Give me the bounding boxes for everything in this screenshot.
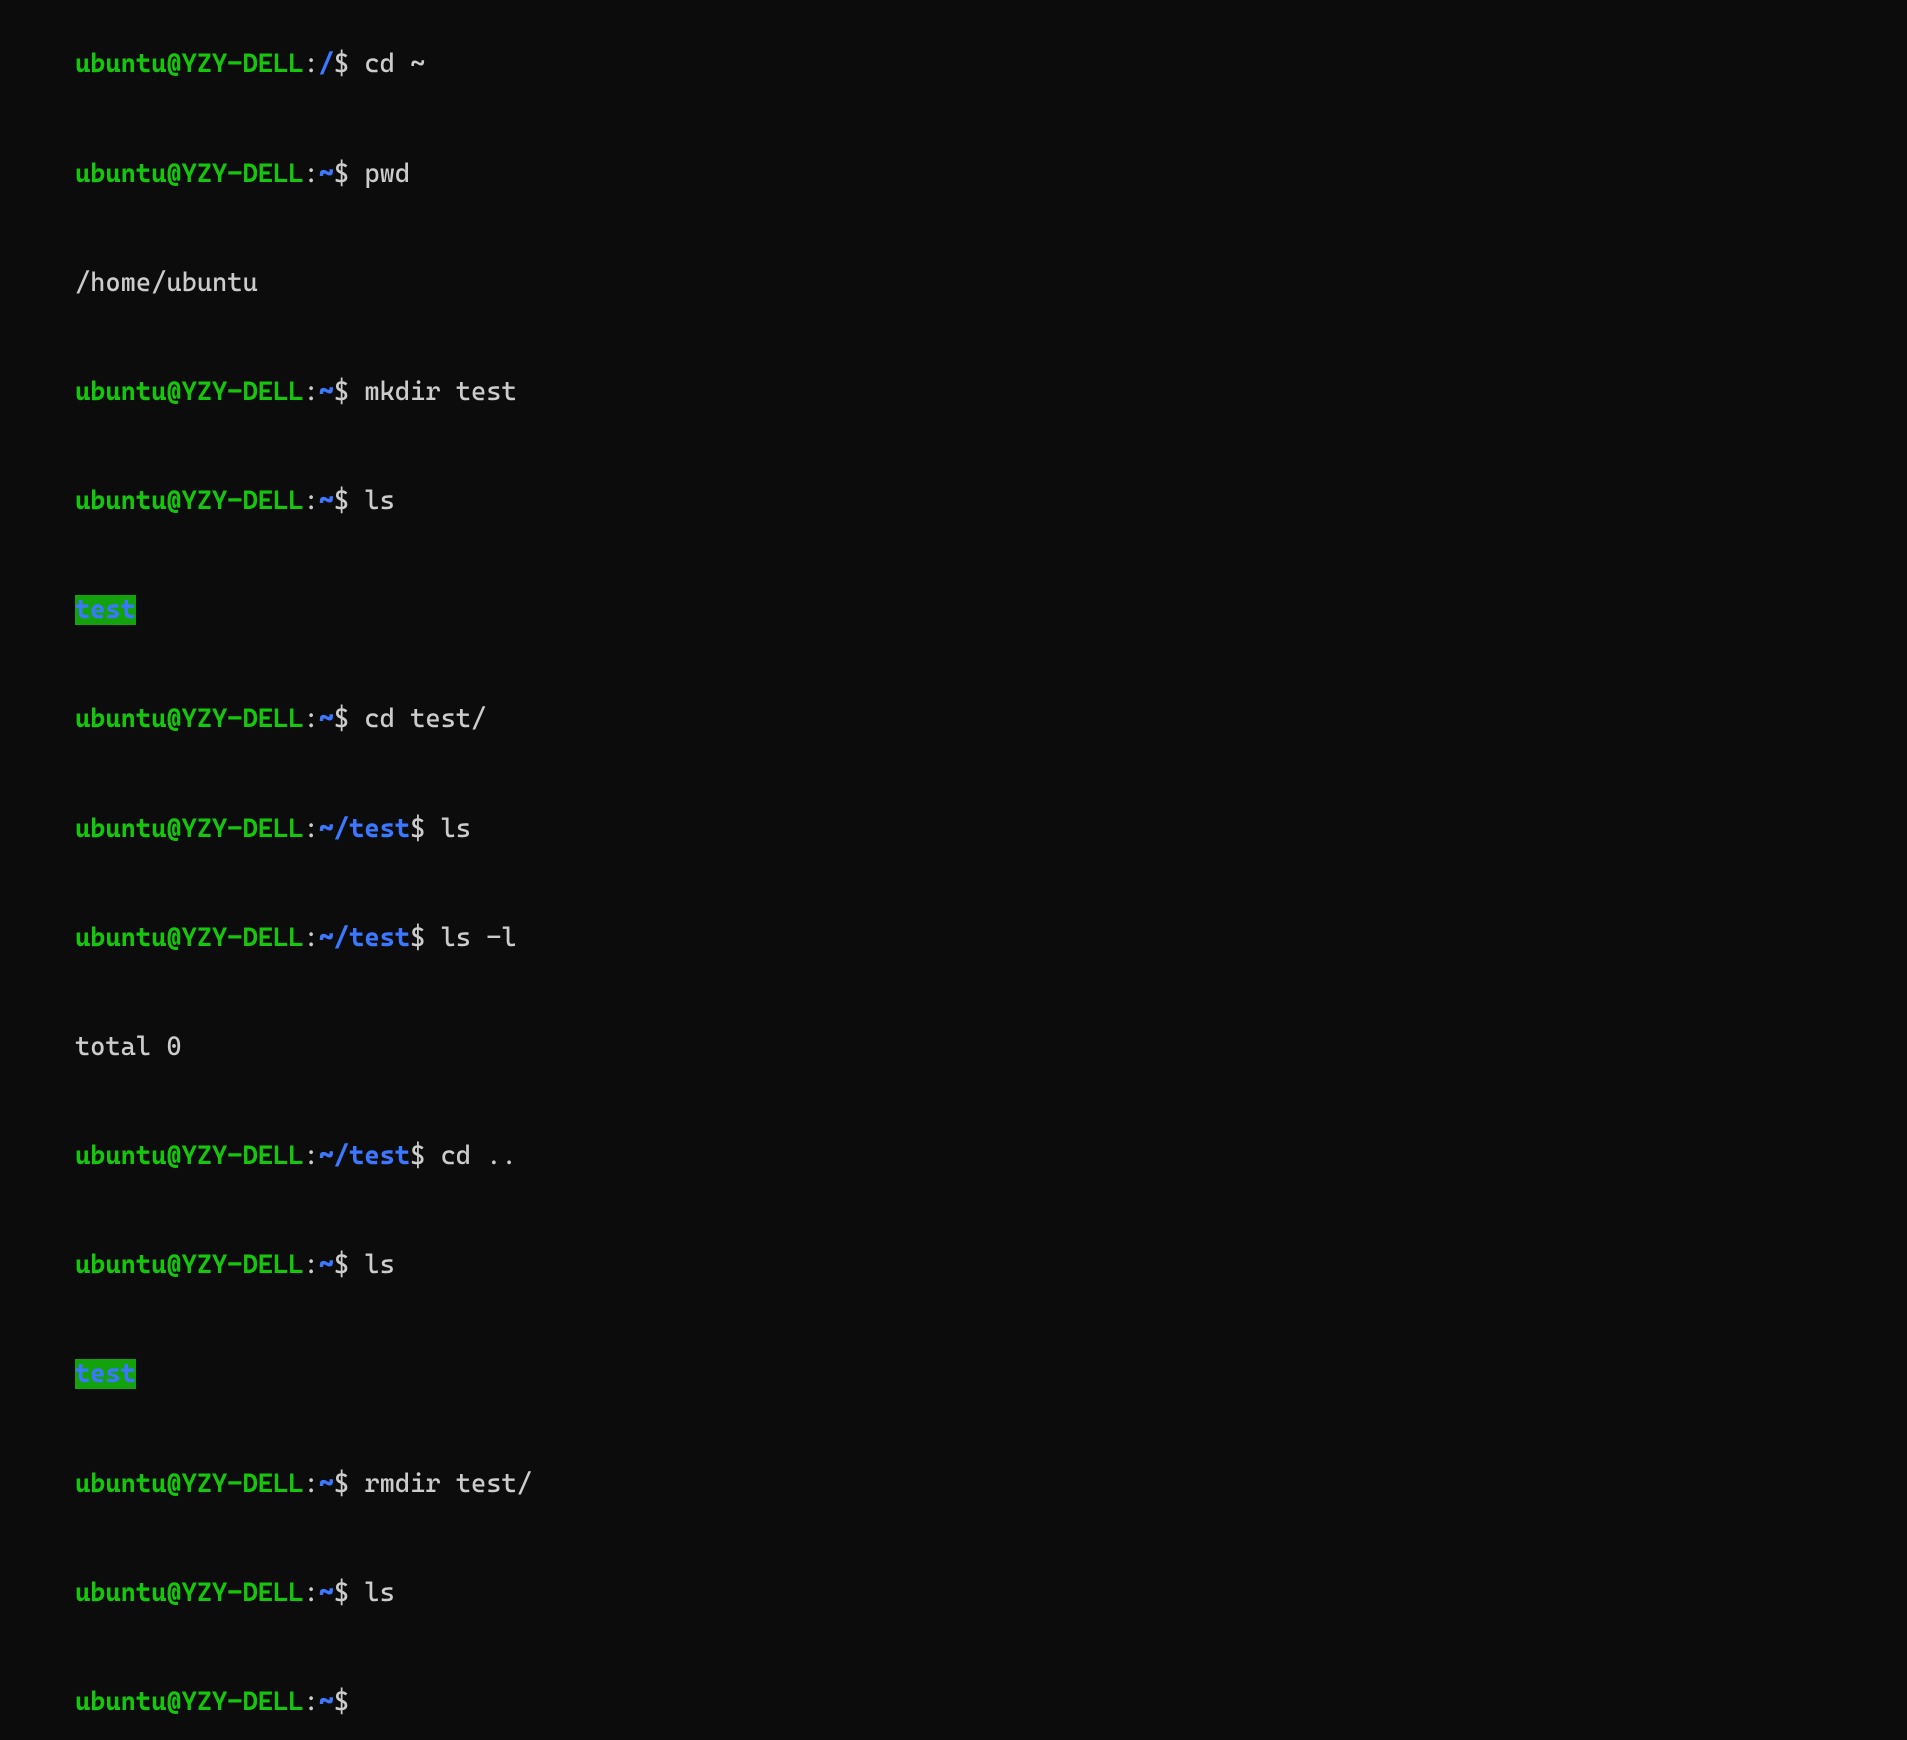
command-text: ls -l (425, 923, 516, 953)
prompt-dollar: $ (334, 1469, 349, 1499)
prompt-dollar: $ (334, 1578, 349, 1608)
prompt-path: ~/test (319, 814, 410, 844)
prompt-user-host: ubuntu@YZY-DELL (75, 1469, 304, 1499)
prompt-dollar: $ (334, 1687, 349, 1717)
terminal-line: ubuntu@YZY-DELL:~$ ls (14, 1211, 1893, 1320)
terminal-output-line: total 0 (14, 993, 1893, 1102)
terminal-line: ubuntu@YZY-DELL:~$ (14, 1648, 1893, 1740)
command-text: cd .. (425, 1141, 516, 1171)
prompt-path: ~/test (319, 923, 410, 953)
terminal-line: ubuntu@YZY-DELL:~/test$ ls (14, 774, 1893, 883)
prompt-user-host: ubuntu@YZY-DELL (75, 49, 304, 79)
prompt-colon: : (303, 923, 318, 953)
command-text (349, 1687, 364, 1717)
terminal-output-line: test (14, 1320, 1893, 1429)
prompt-path: / (319, 49, 334, 79)
prompt-dollar: $ (410, 1141, 425, 1171)
prompt-dollar: $ (334, 486, 349, 516)
prompt-dollar: $ (410, 814, 425, 844)
prompt-user-host: ubuntu@YZY-DELL (75, 159, 304, 189)
command-text: mkdir test (349, 377, 517, 407)
prompt-dollar: $ (334, 49, 349, 79)
prompt-path: ~ (319, 1250, 334, 1280)
prompt-path: ~ (319, 1469, 334, 1499)
prompt-user-host: ubuntu@YZY-DELL (75, 1578, 304, 1608)
command-text: ls (349, 1578, 395, 1608)
terminal-line: ubuntu@YZY-DELL:~$ pwd (14, 119, 1893, 228)
terminal-line: ubuntu@YZY-DELL:~/test$ ls -l (14, 883, 1893, 992)
prompt-dollar: $ (410, 923, 425, 953)
command-text: ls (349, 486, 395, 516)
terminal-line: ubuntu@YZY-DELL:~$ ls (14, 447, 1893, 556)
prompt-path: ~ (319, 704, 334, 734)
prompt-dollar: $ (334, 377, 349, 407)
prompt-colon: : (303, 814, 318, 844)
prompt-user-host: ubuntu@YZY-DELL (75, 1141, 304, 1171)
prompt-colon: : (303, 159, 318, 189)
prompt-path: ~ (319, 1578, 334, 1608)
terminal-line: ubuntu@YZY-DELL:~$ ls (14, 1538, 1893, 1647)
prompt-colon: : (303, 486, 318, 516)
command-text: cd test/ (349, 704, 486, 734)
prompt-colon: : (303, 704, 318, 734)
prompt-path: ~ (319, 159, 334, 189)
terminal-line: ubuntu@YZY-DELL:~$ cd test/ (14, 665, 1893, 774)
command-text: ls (425, 814, 471, 844)
prompt-user-host: ubuntu@YZY-DELL (75, 377, 304, 407)
prompt-colon: : (303, 1141, 318, 1171)
prompt-user-host: ubuntu@YZY-DELL (75, 923, 304, 953)
directory-entry: test (75, 595, 136, 625)
terminal-line: ubuntu@YZY-DELL:~/test$ cd .. (14, 1102, 1893, 1211)
prompt-user-host: ubuntu@YZY-DELL (75, 814, 304, 844)
terminal-area[interactable]: ubuntu@YZY-DELL:/$ cd ~ ubuntu@YZY-DELL:… (14, 10, 1893, 1740)
command-text: cd ~ (349, 49, 425, 79)
prompt-dollar: $ (334, 159, 349, 189)
prompt-user-host: ubuntu@YZY-DELL (75, 1687, 304, 1717)
terminal-line: ubuntu@YZY-DELL:/$ cd ~ (14, 10, 1893, 119)
prompt-path: ~ (319, 1687, 334, 1717)
terminal-output-line: /home/ubuntu (14, 228, 1893, 337)
prompt-user-host: ubuntu@YZY-DELL (75, 486, 304, 516)
command-text: pwd (349, 159, 410, 189)
prompt-colon: : (303, 1578, 318, 1608)
output-text: total 0 (75, 1032, 182, 1062)
prompt-colon: : (303, 1250, 318, 1280)
prompt-colon: : (303, 1469, 318, 1499)
prompt-colon: : (303, 49, 318, 79)
output-text: /home/ubuntu (75, 268, 258, 298)
prompt-path: ~ (319, 486, 334, 516)
prompt-user-host: ubuntu@YZY-DELL (75, 704, 304, 734)
command-text: rmdir test/ (349, 1469, 532, 1499)
terminal-line: ubuntu@YZY-DELL:~$ rmdir test/ (14, 1429, 1893, 1538)
command-text: ls (349, 1250, 395, 1280)
terminal-line: ubuntu@YZY-DELL:~$ mkdir test (14, 338, 1893, 447)
terminal-output-line: test (14, 556, 1893, 665)
prompt-colon: : (303, 377, 318, 407)
prompt-dollar: $ (334, 704, 349, 734)
prompt-colon: : (303, 1687, 318, 1717)
prompt-user-host: ubuntu@YZY-DELL (75, 1250, 304, 1280)
directory-entry: test (75, 1359, 136, 1389)
prompt-path: ~ (319, 377, 334, 407)
prompt-path: ~/test (319, 1141, 410, 1171)
prompt-dollar: $ (334, 1250, 349, 1280)
